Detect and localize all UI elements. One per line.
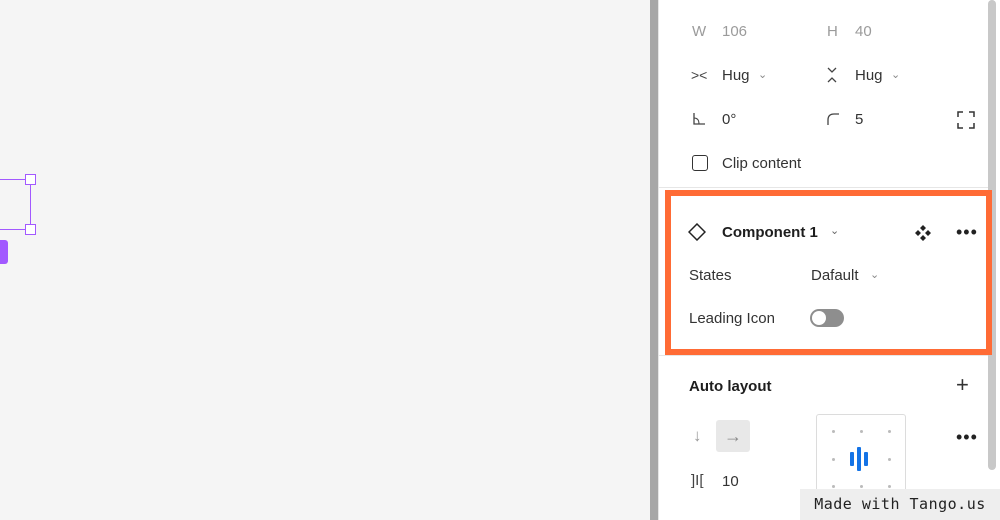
gap-icon: ]I[ — [691, 472, 704, 489]
chevron-down-icon[interactable]: ⌄ — [891, 70, 900, 81]
tango-watermark: Made with Tango.us — [800, 489, 1000, 520]
height-field[interactable]: 40 — [855, 23, 872, 40]
highlight-box — [665, 190, 992, 355]
independent-corners-icon[interactable] — [957, 111, 975, 129]
spacing-field[interactable]: 10 — [722, 473, 739, 490]
resize-handle-bottom-right[interactable] — [25, 224, 36, 235]
rotation-icon — [693, 113, 705, 125]
alignment-grid[interactable] — [816, 414, 906, 494]
plus-icon[interactable]: + — [956, 374, 969, 396]
section-divider — [658, 355, 988, 356]
width-field[interactable]: 106 — [722, 23, 747, 40]
size-tag — [0, 240, 8, 264]
design-canvas[interactable] — [0, 0, 650, 520]
rotation-field[interactable]: 0° — [722, 111, 736, 128]
auto-layout-title: Auto layout — [689, 378, 772, 395]
arrow-right-icon[interactable]: → — [716, 420, 750, 452]
width-mode-select[interactable]: Hug — [722, 67, 750, 84]
vertical-resize-icon — [827, 67, 837, 83]
clip-content-label: Clip content — [722, 155, 802, 172]
section-divider — [658, 187, 988, 188]
height-mode-select[interactable]: Hug — [855, 67, 883, 84]
height-icon: H — [827, 23, 838, 40]
align-bar — [864, 452, 868, 466]
align-bar — [857, 447, 861, 471]
corner-radius-icon — [827, 113, 839, 125]
corner-radius-field[interactable]: 5 — [855, 111, 863, 128]
panel-divider[interactable] — [650, 0, 658, 520]
clip-content-checkbox[interactable] — [692, 155, 708, 171]
arrow-down-icon[interactable]: ↓ — [693, 427, 702, 444]
align-bar — [850, 452, 854, 466]
chevron-down-icon[interactable]: ⌄ — [758, 70, 767, 81]
horizontal-resize-icon: >< — [691, 67, 708, 83]
resize-handle-top-right[interactable] — [25, 174, 36, 185]
selected-frame[interactable] — [0, 179, 31, 230]
more-options-icon[interactable]: ••• — [956, 428, 978, 446]
width-icon: W — [692, 23, 707, 40]
